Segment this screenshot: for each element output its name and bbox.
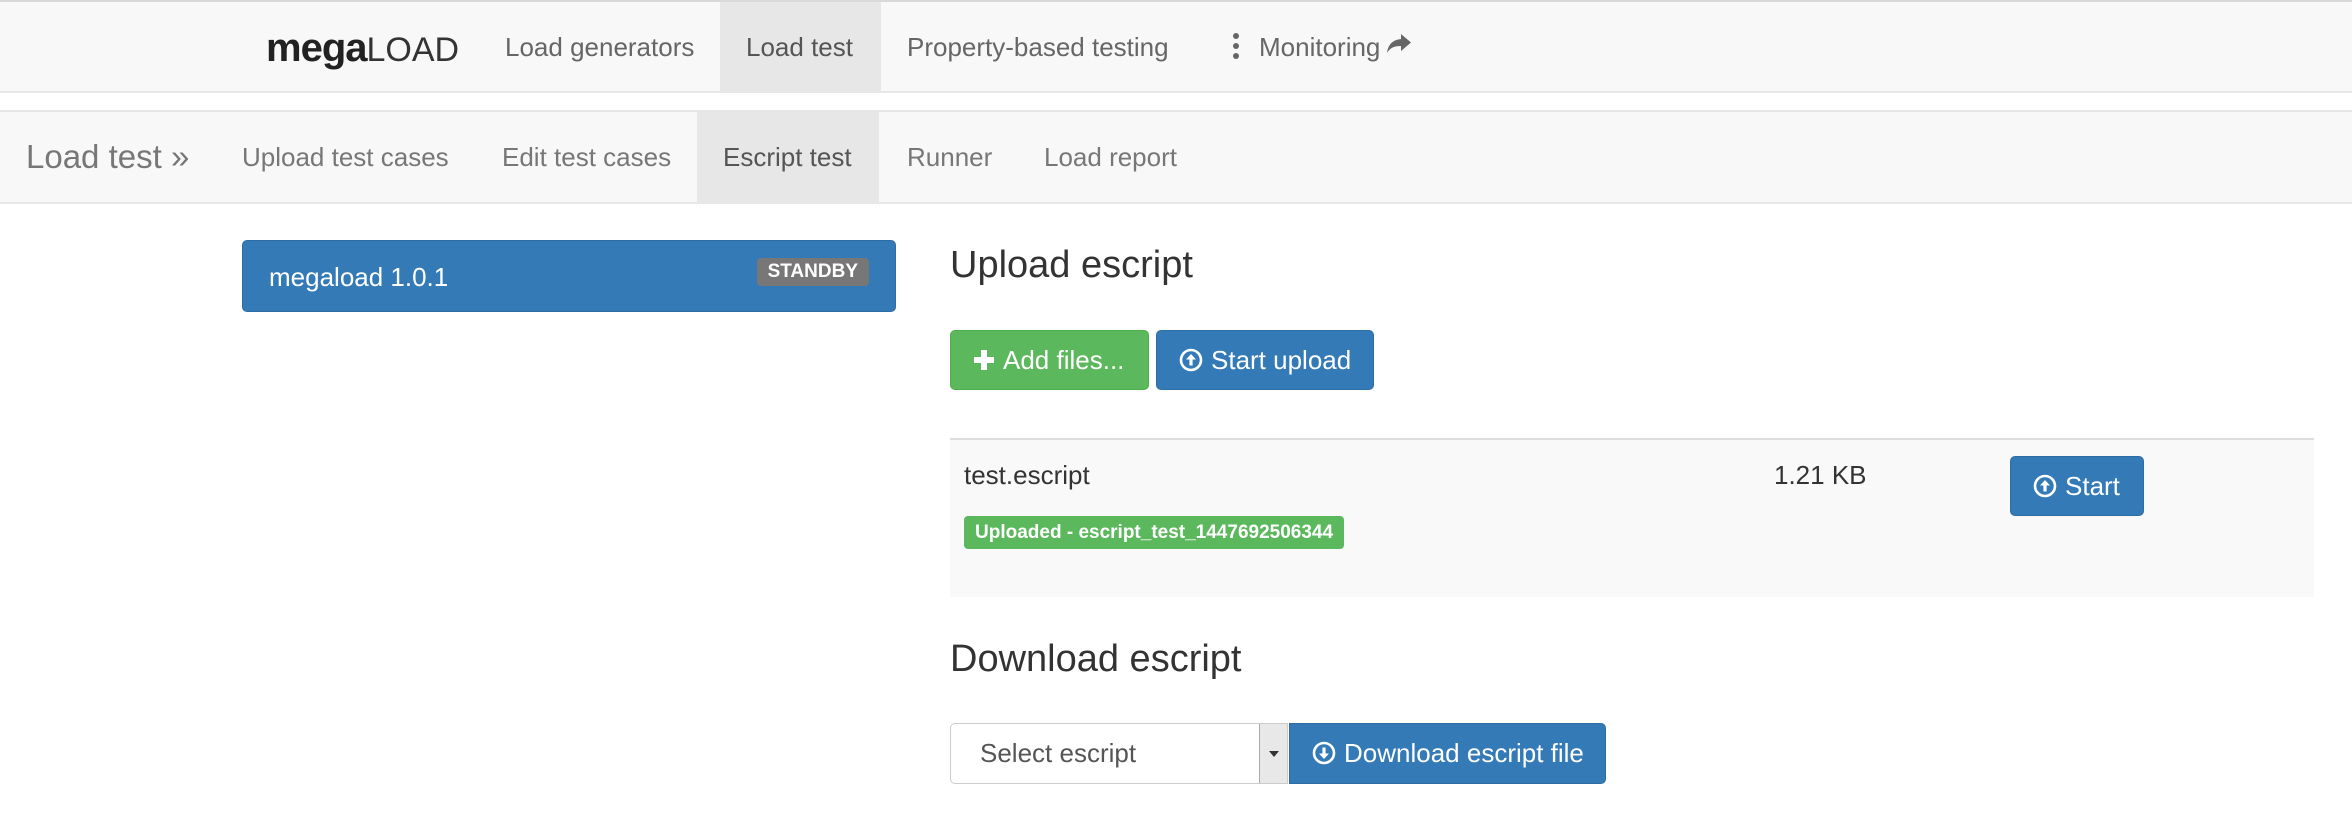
top-navbar: megaLOAD Load generators Load test Prope… [0,0,2352,93]
share-arrow-icon [1386,1,1412,92]
circle-arrow-down-icon [1312,741,1336,765]
download-escript-label: Download escript file [1344,738,1584,768]
nav-property-based-testing[interactable]: Property-based testing [881,2,1195,93]
circle-arrow-up-icon [2033,474,2057,498]
brand-logo-light: LOAD [366,31,460,69]
subnav-escript-test[interactable]: Escript test [697,112,879,202]
escript-select[interactable]: Select escript [950,723,1288,784]
subnav-edit-test-cases[interactable]: Edit test cases [476,112,697,202]
nav-item-label: Property-based testing [907,32,1169,62]
section-brand[interactable]: Load test » [26,112,189,202]
nav-item-label: Monitoring [1259,32,1381,62]
add-files-button[interactable]: Add files... [950,330,1149,390]
subnav-item-label: Escript test [723,142,852,172]
select-value: Select escript [980,738,1137,768]
start-upload-button[interactable]: Start upload [1156,330,1374,390]
sub-navbar: Load test » Upload test cases Edit test … [0,110,2352,204]
subnav-upload-test-cases[interactable]: Upload test cases [216,112,475,202]
plus-icon [974,350,994,371]
version-title: megaload 1.0.1 [269,262,449,292]
start-upload-label: Start upload [1211,345,1352,375]
kebab-icon [1233,33,1239,60]
upload-file-table: test.escript 1.21 KB Uploaded - escript_… [950,438,2314,597]
circle-arrow-up-icon [1179,348,1203,372]
subnav-item-label: Runner [907,142,993,172]
add-files-label: Add files... [1003,345,1125,375]
download-escript-heading: Download escript [950,638,1242,680]
file-size: 1.21 KB [1774,460,1867,490]
nav-load-generators[interactable]: Load generators [479,2,720,93]
subnav-item-label: Load report [1044,142,1177,172]
upload-status-label: Uploaded - escript_test_1447692506344 [964,516,1345,549]
brand-logo[interactable]: megaLOAD [266,26,459,70]
version-panel[interactable]: megaload 1.0.1 STANDBY [242,240,896,312]
nav-load-test[interactable]: Load test [720,2,881,93]
download-escript-button[interactable]: Download escript file [1289,723,1606,784]
start-label: Start [2065,471,2120,501]
subnav-item-label: Edit test cases [502,142,672,172]
file-name: test.escript [964,460,1090,490]
start-button[interactable]: Start [2010,456,2144,516]
chevron-down-icon[interactable] [1259,724,1287,783]
nav-item-label: Load test [746,32,853,62]
nav-monitoring[interactable]: Monitoring [1207,2,1438,93]
brand-logo-bold: mega [266,26,367,70]
subnav-runner[interactable]: Runner [881,112,1018,202]
status-badge: STANDBY [756,258,869,286]
upload-escript-heading: Upload escript [950,244,1193,286]
nav-item-label: Load generators [505,32,695,62]
subnav-item-label: Upload test cases [242,142,449,172]
subnav-load-report[interactable]: Load report [1018,112,1203,202]
